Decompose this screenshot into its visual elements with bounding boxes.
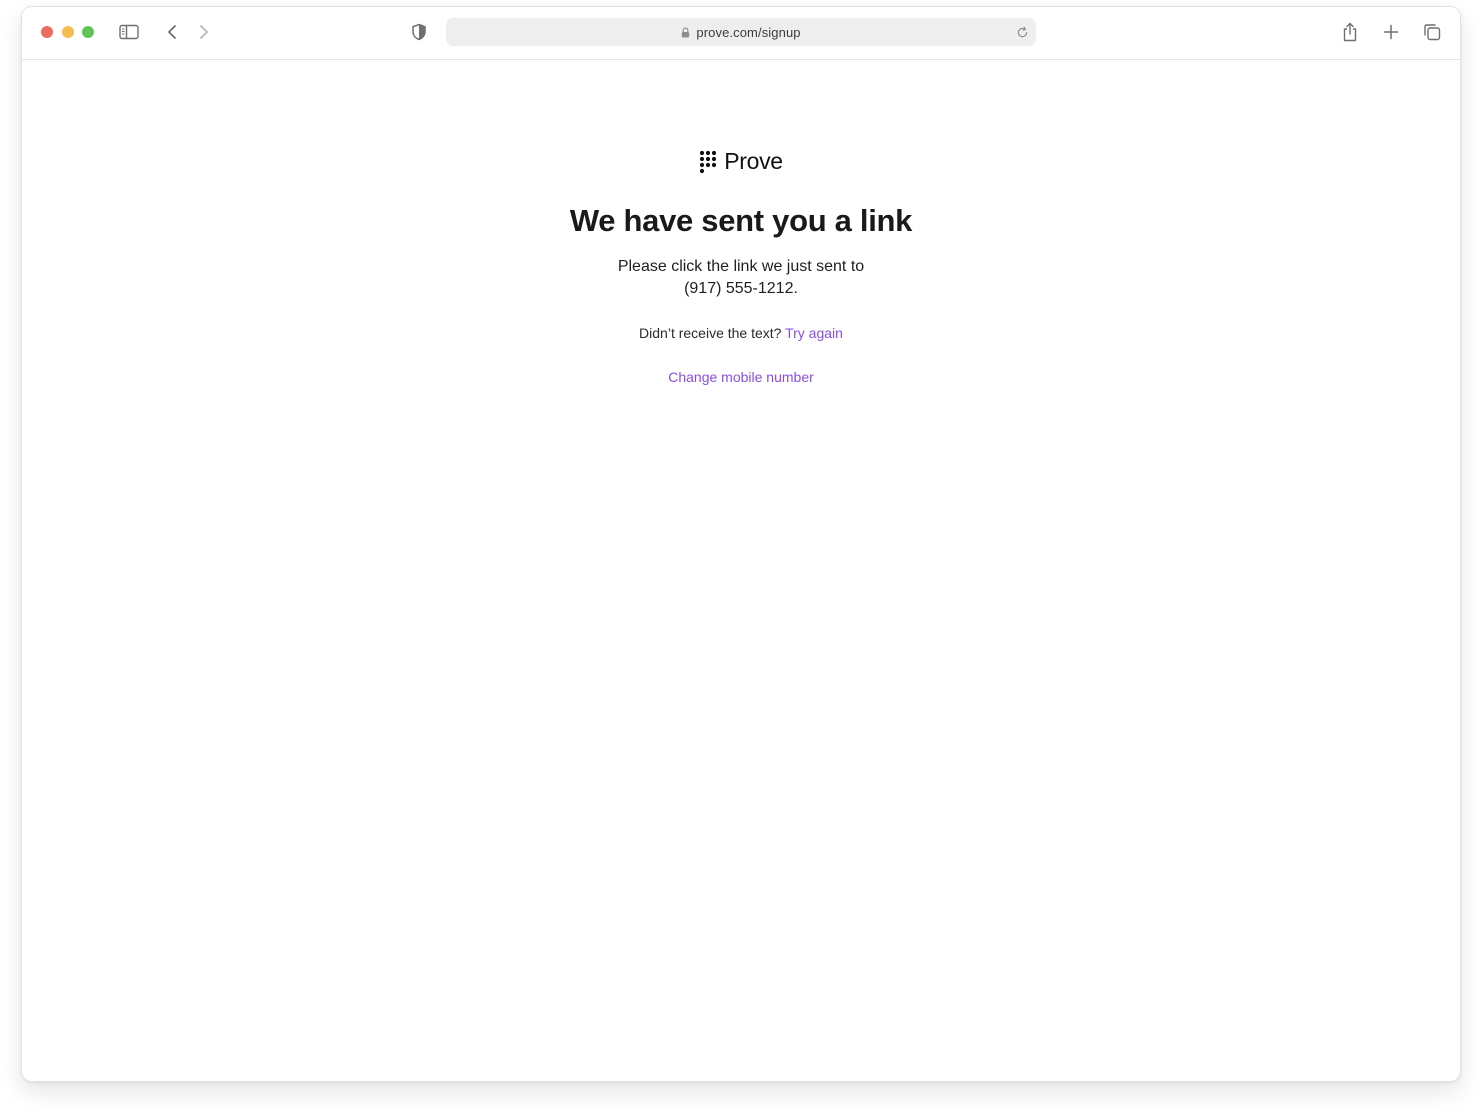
- sidebar-toggle-icon[interactable]: [118, 21, 140, 43]
- change-mobile-number-link[interactable]: Change mobile number: [668, 369, 814, 385]
- forward-icon[interactable]: [194, 21, 214, 43]
- reload-icon[interactable]: [1014, 24, 1030, 40]
- brand-name: Prove: [724, 148, 783, 174]
- page-content: Prove We have sent you a link Please cli…: [22, 60, 1460, 1081]
- instruction-line: Please click the link we just sent to: [617, 258, 865, 275]
- try-again-link[interactable]: Try again: [785, 325, 843, 341]
- retry-prompt: Didn’t receive the text?: [639, 325, 786, 341]
- change-number-row: Change mobile number: [22, 369, 1460, 385]
- lock-icon: [681, 27, 690, 38]
- phone-number: (917) 555-1212.: [684, 280, 798, 297]
- minimize-window-button[interactable]: [62, 26, 74, 38]
- browser-toolbar: prove.com/signup: [22, 7, 1460, 60]
- close-window-button[interactable]: [41, 26, 53, 38]
- url-text: prove.com/signup: [696, 24, 801, 40]
- back-icon[interactable]: [162, 21, 182, 43]
- prove-logo-icon: [699, 150, 717, 174]
- share-icon[interactable]: [1339, 20, 1361, 44]
- address-bar[interactable]: prove.com/signup: [446, 18, 1036, 46]
- page-title: We have sent you a link: [569, 203, 913, 238]
- brand-logo: Prove: [22, 148, 1460, 175]
- instruction-text: Please click the link we just sent to (9…: [22, 256, 1460, 300]
- retry-row: Didn’t receive the text? Try again: [22, 325, 1460, 341]
- privacy-shield-icon[interactable]: [409, 22, 429, 42]
- tab-overview-icon[interactable]: [1421, 21, 1443, 43]
- browser-window: prove.com/signup Prove We have sent you …: [21, 6, 1461, 1082]
- zoom-window-button[interactable]: [82, 26, 94, 38]
- new-tab-icon[interactable]: [1380, 21, 1402, 43]
